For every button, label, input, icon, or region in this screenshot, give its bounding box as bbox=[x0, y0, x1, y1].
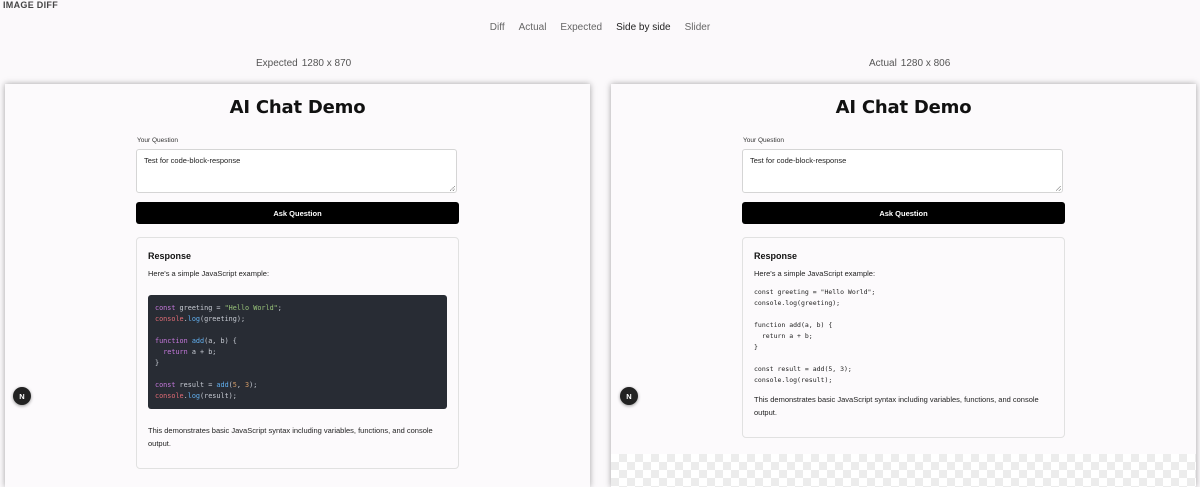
view-tabs: Diff Actual Expected Side by side Slider bbox=[0, 22, 1200, 33]
code-block-highlighted: const greeting = "Hello World"; console.l… bbox=[148, 295, 447, 409]
code-line: const result = add(5, 3); bbox=[155, 381, 258, 389]
tab-actual[interactable]: Actual bbox=[519, 22, 547, 33]
code-line: console.log(result); bbox=[754, 376, 833, 384]
ask-question-button[interactable]: Ask Question bbox=[742, 202, 1065, 224]
question-value: Test for code-block-response bbox=[750, 156, 847, 165]
code-line: } bbox=[754, 343, 758, 351]
actual-size: 1280 x 806 bbox=[900, 58, 951, 69]
code-line: function add(a, b) { bbox=[754, 321, 833, 329]
question-input[interactable]: Test for code-block-response bbox=[136, 149, 457, 193]
code-line: const greeting = "Hello World"; bbox=[754, 288, 876, 296]
response-heading: Response bbox=[754, 251, 798, 261]
actual-screenshot: AI Chat Demo Your Question Test for code… bbox=[611, 84, 1196, 487]
question-input[interactable]: Test for code-block-response bbox=[742, 149, 1063, 193]
code-line: return a + b; bbox=[754, 332, 813, 340]
n-avatar-icon[interactable]: N bbox=[13, 387, 31, 405]
code-line: console.log(result); bbox=[155, 392, 237, 400]
tab-slider[interactable]: Slider bbox=[685, 22, 711, 33]
actual-label: Actual bbox=[869, 58, 897, 69]
response-outro: This demonstrates basic JavaScript synta… bbox=[754, 395, 1039, 417]
code-line: } bbox=[155, 359, 160, 367]
question-label: Your Question bbox=[137, 137, 178, 144]
expected-screenshot: AI Chat Demo Your Question Test for code… bbox=[5, 84, 590, 487]
transparent-area bbox=[611, 454, 1196, 487]
tab-side-by-side[interactable]: Side by side bbox=[616, 22, 670, 33]
response-card: Response Here's a simple JavaScript exam… bbox=[136, 237, 459, 469]
tab-diff[interactable]: Diff bbox=[490, 22, 505, 33]
code-line: console.log(greeting); bbox=[754, 299, 841, 307]
question-value: Test for code-block-response bbox=[144, 156, 241, 165]
resize-grip-icon[interactable] bbox=[450, 186, 455, 191]
n-avatar-icon[interactable]: N bbox=[620, 387, 638, 405]
expected-size-label: Expected 1280 x 870 bbox=[256, 58, 351, 69]
code-block-plain: const greeting = "Hello World"; console.l… bbox=[754, 287, 1044, 386]
code-line: const greeting = "Hello World"; bbox=[155, 304, 282, 312]
response-intro: Here's a simple JavaScript example: bbox=[148, 269, 270, 278]
ask-question-button[interactable]: Ask Question bbox=[136, 202, 459, 224]
page-title: AI Chat Demo bbox=[835, 97, 972, 118]
code-line: const result = add(5, 3); bbox=[754, 365, 852, 373]
code-line: function add(a, b) { bbox=[155, 337, 237, 345]
response-intro: Here's a simple JavaScript example: bbox=[754, 269, 876, 278]
actual-size-label: Actual 1280 x 806 bbox=[869, 58, 950, 69]
app-title: IMAGE DIFF bbox=[3, 0, 58, 10]
expected-size: 1280 x 870 bbox=[301, 58, 352, 69]
question-label: Your Question bbox=[743, 137, 784, 144]
code-line: console.log(greeting); bbox=[155, 315, 246, 323]
resize-grip-icon[interactable] bbox=[1056, 186, 1061, 191]
response-outro: This demonstrates basic JavaScript synta… bbox=[148, 426, 433, 448]
expected-label: Expected bbox=[256, 58, 298, 69]
response-heading: Response bbox=[148, 251, 192, 261]
response-card: Response Here's a simple JavaScript exam… bbox=[742, 237, 1065, 438]
tab-expected[interactable]: Expected bbox=[560, 22, 602, 33]
code-line: return a + b; bbox=[163, 348, 217, 356]
page-title: AI Chat Demo bbox=[229, 97, 366, 118]
